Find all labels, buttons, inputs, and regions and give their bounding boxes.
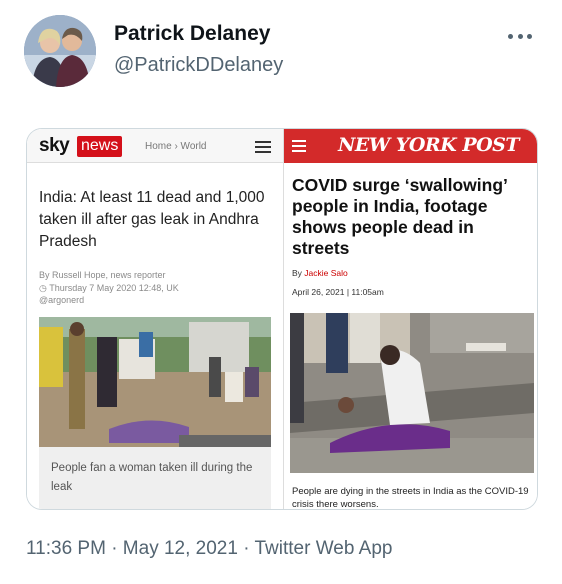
hamburger-menu-icon	[292, 140, 306, 152]
user-handle[interactable]: @PatrickDDelaney	[114, 54, 283, 77]
sky-caption: People fan a woman taken ill during the …	[39, 447, 271, 509]
more-options-button[interactable]	[505, 26, 535, 46]
ny-post-logo: NEW YORK POST	[338, 134, 520, 156]
byline-handle: @argonerd	[39, 295, 85, 305]
byline-date: Thursday 7 May 2020 12:48, UK	[49, 282, 179, 293]
byline-date-row: ◷ Thursday 7 May 2020 12:48, UK	[39, 282, 179, 295]
tweet-header: Patrick Delaney @PatrickDDelaney	[0, 0, 562, 110]
tweet-media-image[interactable]: sky news Home › World India: At least 11…	[26, 128, 538, 510]
sky-news-navbar: sky news Home › World	[27, 129, 283, 163]
byline-prefix: By	[292, 268, 302, 278]
more-dots-icon	[508, 33, 513, 39]
sky-logo: sky	[39, 135, 70, 156]
sky-news-photo	[39, 317, 271, 447]
breadcrumb: Home › World	[145, 141, 207, 152]
avatar[interactable]	[24, 15, 96, 87]
tweet-timestamp[interactable]: 11:36 PM · May 12, 2021	[26, 538, 238, 559]
ny-post-headline: COVID surge ‘swallowing’ people in India…	[292, 175, 507, 258]
ny-post-photo	[290, 313, 534, 473]
ny-post-caption: People are dying in the streets in India…	[292, 486, 529, 510]
tweet-source-link[interactable]: Twitter Web App	[254, 538, 392, 559]
byline-author: Jackie Salo	[304, 268, 348, 278]
display-name[interactable]: Patrick Delaney	[114, 22, 270, 46]
hamburger-menu-icon	[255, 141, 271, 153]
tweet-footer: 11:36 PM · May 12, 2021 · Twitter Web Ap…	[26, 538, 392, 560]
sky-byline: By Russell Hope, news reporter ◷ Thursda…	[39, 269, 179, 307]
clock-icon: ◷	[39, 282, 50, 293]
sky-headline: India: At least 11 dead and 1,000 taken …	[39, 189, 265, 250]
ny-post-date: April 26, 2021 | 11:05am	[292, 287, 384, 297]
ny-post-navbar: NEW YORK POST	[284, 129, 537, 163]
more-dots-icon	[517, 33, 523, 39]
ny-post-panel: NEW YORK POST COVID surge ‘swallowing’ p…	[283, 129, 537, 510]
sky-news-panel: sky news Home › World India: At least 11…	[27, 129, 283, 509]
sky-news-logo: news	[77, 136, 123, 157]
more-dots-icon	[527, 33, 532, 39]
byline-author: By Russell Hope, news reporter	[39, 270, 166, 280]
separator: ·	[237, 538, 255, 559]
ny-post-byline: By Jackie Salo	[292, 268, 348, 278]
